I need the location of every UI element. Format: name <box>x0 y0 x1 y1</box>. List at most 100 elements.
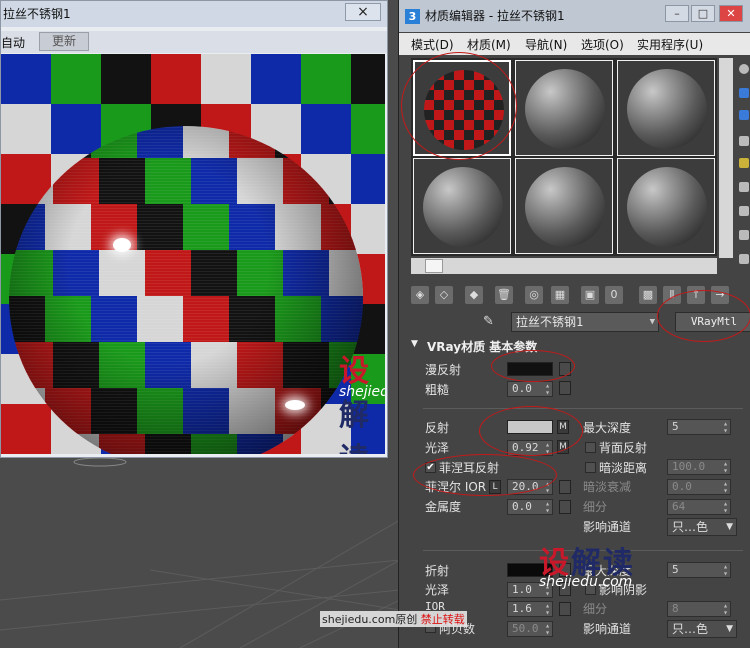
reflect-map-button[interactable]: M <box>557 420 569 434</box>
auto-update-toggle[interactable]: 自动 <box>1 34 25 51</box>
show-end-result-icon[interactable]: Ⅱ <box>663 286 681 304</box>
material-id-icon[interactable]: 0 <box>605 286 623 304</box>
menu-options[interactable]: 选项(O) <box>581 36 624 53</box>
menu-navigation[interactable]: 导航(N) <box>525 36 567 53</box>
video-color-check-icon[interactable] <box>739 158 749 168</box>
show-shaded-icon[interactable]: ▩ <box>639 286 657 304</box>
roughness-map-button[interactable] <box>559 381 571 395</box>
dim-distance-spinner[interactable]: 100.0 ▴ ▾ <box>667 459 731 475</box>
render-preview-window: 拉丝不锈钢1 × 自动 更新 设解读 shejiedu.com <box>0 0 388 458</box>
back-reflect-label: 背面反射 <box>599 441 648 455</box>
back-reflect-checkbox[interactable] <box>585 442 596 453</box>
abbe-spinner[interactable]: 50.0 ▴ ▾ <box>507 621 553 637</box>
refresh-button[interactable]: 更新 <box>39 32 89 51</box>
refract-affect-channels-label: 影响通道 <box>583 622 632 636</box>
close-button[interactable]: ✕ <box>719 5 743 22</box>
select-by-material-icon[interactable] <box>739 230 749 240</box>
get-material-icon[interactable]: ◈ <box>411 286 429 304</box>
make-preview-icon[interactable] <box>739 182 749 192</box>
material-navigator-icon[interactable] <box>739 254 749 264</box>
reflect-glossiness-label: 光泽 <box>425 441 450 455</box>
sample-slot[interactable] <box>413 158 511 254</box>
chevron-down-icon: ▼ <box>726 522 733 532</box>
material-name-field[interactable]: 拉丝不锈钢1 ▼ <box>511 312 659 332</box>
render-toolbar: 自动 更新 <box>1 31 387 53</box>
go-to-parent-icon[interactable]: ↑ <box>687 286 705 304</box>
eyedropper-icon[interactable]: ✎ <box>483 314 499 330</box>
roughness-spinner[interactable]: 0.0 ▴ ▾ <box>507 381 553 397</box>
material-name-row: ✎ 拉丝不锈钢1 ▼ VRayMtl <box>411 310 750 334</box>
checker-tile <box>51 54 101 104</box>
reflect-glossiness-spinner[interactable]: 0.92 ▴ ▾ <box>507 440 553 456</box>
sample-slot[interactable] <box>617 60 715 156</box>
metalness-label: 金属度 <box>425 500 462 514</box>
checker-tile <box>151 54 201 104</box>
metalness-map-button[interactable] <box>559 500 571 514</box>
fresnel-ior-lock-button[interactable]: L <box>489 480 501 494</box>
diffuse-map-button[interactable] <box>559 362 571 376</box>
sample-type-toolbar <box>737 58 750 278</box>
close-button[interactable]: × <box>345 3 381 21</box>
reflect-color-swatch[interactable] <box>507 420 553 434</box>
sample-slot[interactable] <box>515 158 613 254</box>
material-editor-window: 材质编辑器 - 拉丝不锈钢1 3 – □ ✕ 模式(D) 材质(M) 导航(N)… <box>398 0 750 648</box>
specular-highlight <box>285 400 305 410</box>
rollout-header[interactable]: ▼ VRay材质 基本参数 <box>411 338 749 356</box>
put-to-scene-icon[interactable]: ◇ <box>435 286 453 304</box>
make-unique-icon[interactable]: ◎ <box>525 286 543 304</box>
refract-label: 折射 <box>425 564 450 578</box>
fresnel-ior-label: 菲涅尔 IOR <box>425 480 487 494</box>
refract-glossiness-label: 光泽 <box>425 583 450 597</box>
reflect-affect-channels-dropdown[interactable]: 只…色 ▼ <box>667 518 737 536</box>
minimize-button[interactable]: – <box>665 5 689 22</box>
refract-affect-channels-dropdown[interactable]: 只…色 ▼ <box>667 620 737 638</box>
refract-ior-spinner[interactable]: 1.6 ▴ ▾ <box>507 601 553 617</box>
sample-type-sphere-icon[interactable] <box>739 64 749 74</box>
sample-slot-active[interactable] <box>413 60 511 156</box>
slots-vertical-scrollbar[interactable] <box>719 58 733 258</box>
material-toolbar: ◈ ◇ ◆ 🗑 ◎ ▦ ▣ 0 ▩ Ⅱ ↑ → <box>411 284 750 308</box>
assign-to-selection-icon[interactable]: ◆ <box>465 286 483 304</box>
refract-max-depth-spinner[interactable]: 5 ▴ ▾ <box>667 562 731 578</box>
menu-material[interactable]: 材质(M) <box>467 36 511 53</box>
fresnel-ior-map-button[interactable] <box>559 480 571 494</box>
refract-ior-map-button[interactable] <box>559 602 571 616</box>
reflect-max-depth-spinner[interactable]: 5 ▴ ▾ <box>667 419 731 435</box>
background-icon[interactable] <box>739 110 749 120</box>
slots-horizontal-scrollbar[interactable] <box>411 258 717 274</box>
reflect-glossiness-map-button[interactable]: M <box>557 440 569 454</box>
dim-distance-checkbox[interactable] <box>585 462 596 473</box>
specular-highlight <box>113 238 131 252</box>
backlight-icon[interactable] <box>739 88 749 98</box>
maximize-button[interactable]: □ <box>691 5 715 22</box>
fresnel-ior-spinner[interactable]: 20.0 ▴ ▾ <box>507 479 553 495</box>
reflect-max-depth-label: 最大深度 <box>583 421 632 435</box>
refract-subdivs-spinner[interactable]: 8 ▴ ▾ <box>667 601 731 617</box>
menu-mode[interactable]: 模式(D) <box>411 36 454 53</box>
refract-subdivs-label: 细分 <box>583 602 608 616</box>
dim-falloff-spinner[interactable]: 0.0 ▴ ▾ <box>667 479 731 495</box>
diffuse-color-swatch[interactable] <box>507 362 553 376</box>
fresnel-label: 菲涅耳反射 <box>439 461 500 475</box>
options-icon[interactable] <box>739 206 749 216</box>
watermark-logo: 设解读 <box>339 354 371 454</box>
delete-icon[interactable]: 🗑 <box>495 286 513 304</box>
divider <box>423 408 743 409</box>
fresnel-checkbox[interactable]: ✔ <box>425 462 436 473</box>
go-forward-sibling-icon[interactable]: → <box>711 286 729 304</box>
chevron-down-icon: ▼ <box>649 317 655 327</box>
watermark-url: shejiedu.com <box>539 574 633 590</box>
save-icon[interactable]: ▣ <box>581 286 599 304</box>
sample-slot[interactable] <box>515 60 613 156</box>
metalness-spinner[interactable]: 0.0 ▴ ▾ <box>507 499 553 515</box>
reflect-subdivs-spinner[interactable]: 64 ▴ ▾ <box>667 499 731 515</box>
sample-slot[interactable] <box>617 158 715 254</box>
reflect-subdivs-label: 细分 <box>583 500 608 514</box>
uv-tiling-icon[interactable] <box>739 136 749 146</box>
diffuse-label: 漫反射 <box>425 363 462 377</box>
menu-bar: 模式(D) 材质(M) 导航(N) 选项(O) 实用程序(U) <box>399 33 750 55</box>
menu-utilities[interactable]: 实用程序(U) <box>637 36 703 53</box>
roughness-label: 粗糙 <box>425 383 450 397</box>
put-to-library-icon[interactable]: ▦ <box>551 286 569 304</box>
material-type-button[interactable]: VRayMtl <box>675 312 750 332</box>
